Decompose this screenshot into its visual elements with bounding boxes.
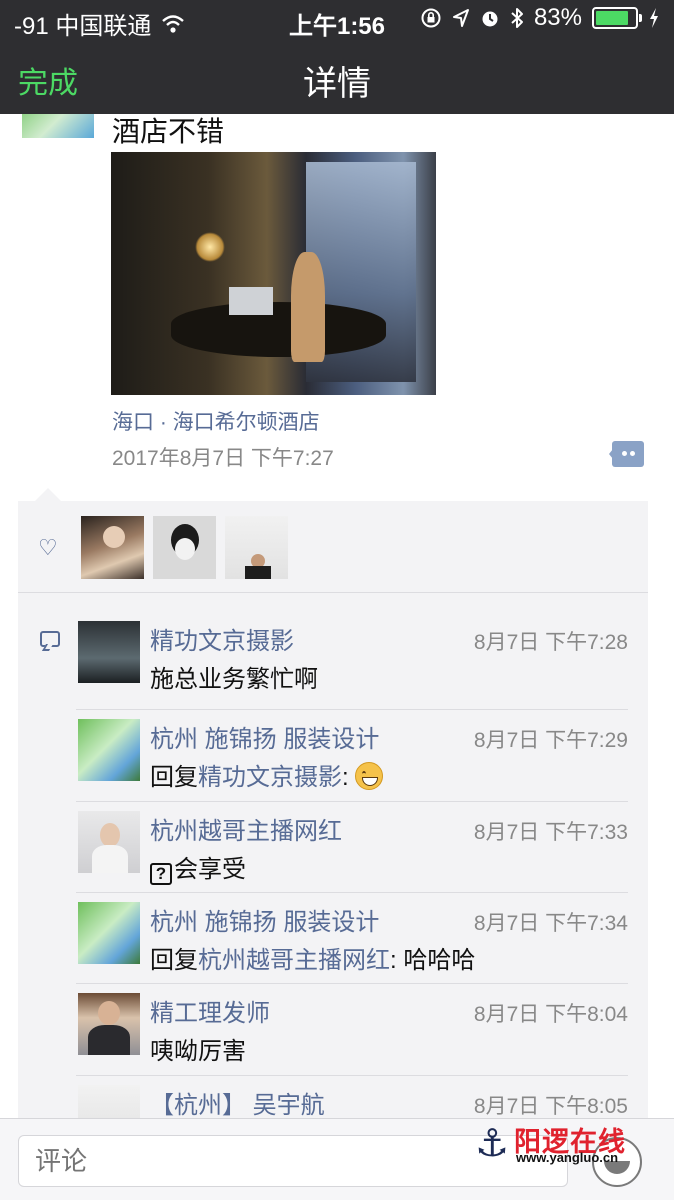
comment-time: 8月7日 下午8:05 <box>473 1095 628 1118</box>
reply-prefix: 回复 <box>150 764 198 791</box>
commenter-name[interactable]: 杭州越哥主播网红 <box>150 811 342 846</box>
post-location-link[interactable]: 海口 · 海口希尔顿酒店 <box>112 406 320 436</box>
comment-time: 8月7日 下午7:29 <box>473 729 628 752</box>
avatar-face <box>100 823 120 847</box>
post-text: 酒店不错 <box>112 116 225 147</box>
photo-person <box>291 252 325 362</box>
post-timestamp: 2017年8月7日 下午7:27 <box>112 447 334 470</box>
alarm-icon <box>482 11 498 27</box>
divider <box>76 801 628 802</box>
photo-desk <box>171 302 386 357</box>
divider <box>76 892 628 893</box>
commenter-avatar[interactable] <box>78 811 140 873</box>
reply-prefix: 回复 <box>150 947 198 974</box>
bluetooth-icon <box>511 8 523 28</box>
reply-target-link[interactable]: 杭州越哥主播网红 <box>198 947 390 974</box>
reply-body: : <box>342 764 356 791</box>
commenter-name[interactable]: 精功文京摄影 <box>150 621 294 656</box>
divider <box>76 1075 628 1076</box>
likes-row: ♡ <box>18 501 648 593</box>
orientation-lock-icon <box>421 8 441 28</box>
location-icon <box>452 9 469 27</box>
liker-avatar[interactable] <box>225 516 288 579</box>
watermark-url: www.yangluo.cn <box>516 1150 619 1165</box>
status-right: 83% <box>420 4 660 32</box>
site-watermark: ⚓ 阳逻在线 www.yangluo.cn <box>474 1120 634 1168</box>
comment-bubble-icon <box>40 631 60 647</box>
grin-emoji-icon <box>355 762 384 790</box>
comment-action-dot <box>630 451 635 456</box>
comment-text: 施总业务繁忙啊 <box>150 666 318 693</box>
divider <box>76 983 628 984</box>
comment-action-dot <box>622 451 627 456</box>
liker-avatar[interactable] <box>153 516 216 579</box>
commenter-name[interactable]: 杭州 施锦扬 服装设计 <box>150 719 379 754</box>
commenter-avatar[interactable] <box>78 719 140 781</box>
unknown-glyph-icon: ? <box>150 863 172 885</box>
post-photo[interactable] <box>111 152 436 395</box>
photo-laptop <box>229 287 273 315</box>
liker-figure <box>245 566 271 579</box>
panel-arrow <box>34 488 62 502</box>
comment-text: ? 会享受 <box>150 849 246 885</box>
comment-time: 8月7日 下午7:33 <box>473 821 628 844</box>
battery-icon <box>592 7 642 29</box>
commenter-avatar[interactable] <box>78 621 140 683</box>
likes-comments-panel: ♡ 精功文京摄影 8月7日 下午7:28 施总业务繁忙啊 杭州 施锦扬 服装设计 <box>18 501 648 1121</box>
divider <box>76 709 628 710</box>
liker-avatar[interactable] <box>81 516 144 579</box>
commenter-name[interactable]: 杭州 施锦扬 服装设计 <box>150 902 379 937</box>
charging-icon <box>650 8 658 28</box>
photo-lamp <box>195 232 225 262</box>
commenter-avatar[interactable] <box>78 993 140 1055</box>
commenter-avatar[interactable] <box>78 902 140 964</box>
comment-time: 8月7日 下午7:34 <box>473 912 628 935</box>
comment-action-button[interactable] <box>609 441 644 467</box>
reply-body: : 哈哈哈 <box>390 947 476 974</box>
comment-body: 会享受 <box>174 856 246 883</box>
commenter-name[interactable]: 精工理发师 <box>150 993 270 1028</box>
heart-icon: ♡ <box>38 535 58 560</box>
avatar-body <box>92 845 128 873</box>
commenter-avatar[interactable] <box>78 1085 140 1121</box>
comment-text: 咦呦厉害 <box>150 1038 246 1065</box>
anchor-icon: ⚓ <box>474 1123 510 1165</box>
avatar-face <box>98 1001 120 1025</box>
reply-target-link[interactable]: 精功文京摄影 <box>198 764 342 791</box>
top-bar: -91 中国联通 上午1:56 83% 完成 详情 <box>0 0 674 114</box>
comment-time: 8月7日 下午7:28 <box>473 631 628 654</box>
screen: -91 中国联通 上午1:56 83% 完成 详情 酒店不错 海口 · 海口希尔… <box>0 0 674 1200</box>
battery-percent: 83% <box>533 4 582 31</box>
comment-text: 回复精功文京摄影: <box>150 757 384 792</box>
avatar-body <box>88 1025 130 1055</box>
comment-text: 回复杭州越哥主播网红: 哈哈哈 <box>150 940 475 975</box>
commenter-name[interactable]: 【杭州】 吴宇航 <box>150 1085 325 1120</box>
page-title: 详情 <box>303 65 371 103</box>
battery-fill <box>596 11 628 25</box>
comment-time: 8月7日 下午8:04 <box>473 1003 628 1026</box>
